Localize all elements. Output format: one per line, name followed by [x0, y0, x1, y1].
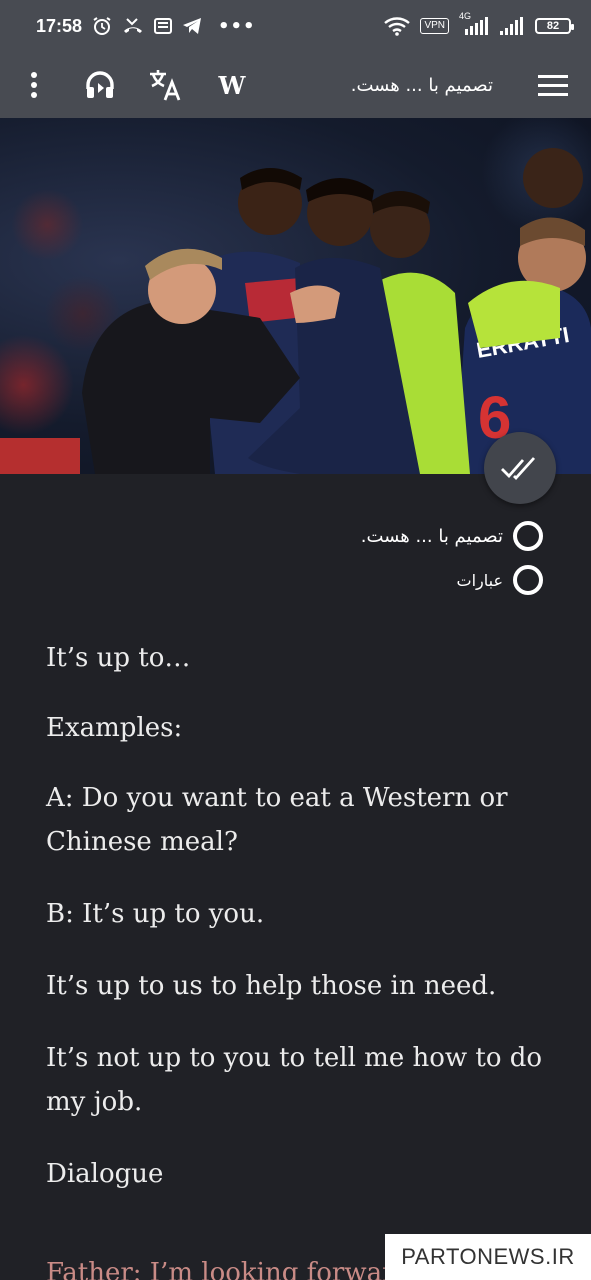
double-check-icon [501, 457, 536, 481]
paragraph-phrase: It’s up to… [46, 643, 191, 673]
notification-icons: ••• [92, 16, 256, 37]
translate-icon [150, 70, 181, 101]
signal-icon [499, 17, 525, 35]
status-time: 17:58 [36, 15, 83, 36]
battery-icon: 82 [535, 18, 574, 34]
status-bar: 17:58 ••• VPN 4G 82 [0, 0, 591, 52]
article-body: It’s up to… Examples: A: Do you want to … [46, 636, 546, 1224]
translate-button[interactable] [145, 62, 185, 108]
players-illustration: ERRATTI 6 cmi [0, 148, 591, 474]
more-notifications-icon: ••• [218, 15, 256, 37]
menu-button[interactable] [533, 62, 573, 108]
app-toolbar: W تصمیم با ... هست. [0, 52, 591, 118]
signal-4g-icon: 4G [459, 11, 489, 35]
vpn-badge: VPN [420, 18, 449, 34]
wifi-icon [384, 16, 411, 36]
paragraph-example-3: It’s not up to you to tell me how to do … [46, 1043, 543, 1117]
wikipedia-button[interactable]: W [212, 62, 252, 108]
paragraph-examples-heading: Examples: [46, 713, 183, 743]
paragraph-example-b: B: It’s up to you. [46, 899, 265, 929]
toc-item-heading[interactable]: تصمیم با ... هست. [361, 514, 543, 558]
toc-item-phrases[interactable]: عبارات [361, 558, 543, 602]
watermark: PARTONEWS.IR [385, 1234, 591, 1280]
paragraph-dialogue-heading: Dialogue [46, 1159, 164, 1189]
missed-call-icon [122, 16, 144, 36]
alarm-icon [92, 16, 112, 36]
more-vertical-icon [31, 72, 37, 98]
more-options-button[interactable] [18, 62, 50, 108]
toc-item-label: عبارات [456, 570, 503, 590]
radio-icon [513, 565, 543, 595]
page-title: تصمیم با ... هست. [350, 74, 493, 96]
headphones-icon [86, 71, 114, 98]
status-right-icons: VPN 4G 82 [384, 0, 574, 52]
listen-button[interactable] [80, 62, 120, 108]
table-of-contents: تصمیم با ... هست. عبارات [361, 514, 543, 602]
paragraph-example-2: It’s up to us to help those in need. [46, 971, 497, 1001]
hamburger-menu-icon [538, 75, 568, 96]
news-icon [154, 17, 173, 35]
hero-image: ERRATTI 6 cmi [0, 118, 591, 474]
radio-icon [513, 521, 543, 551]
telegram-icon [182, 17, 202, 35]
paragraph-example-a: A: Do you want to eat a Western or Chine… [46, 783, 508, 857]
toc-item-label: تصمیم با ... هست. [360, 525, 503, 547]
mark-read-button[interactable] [484, 432, 556, 504]
